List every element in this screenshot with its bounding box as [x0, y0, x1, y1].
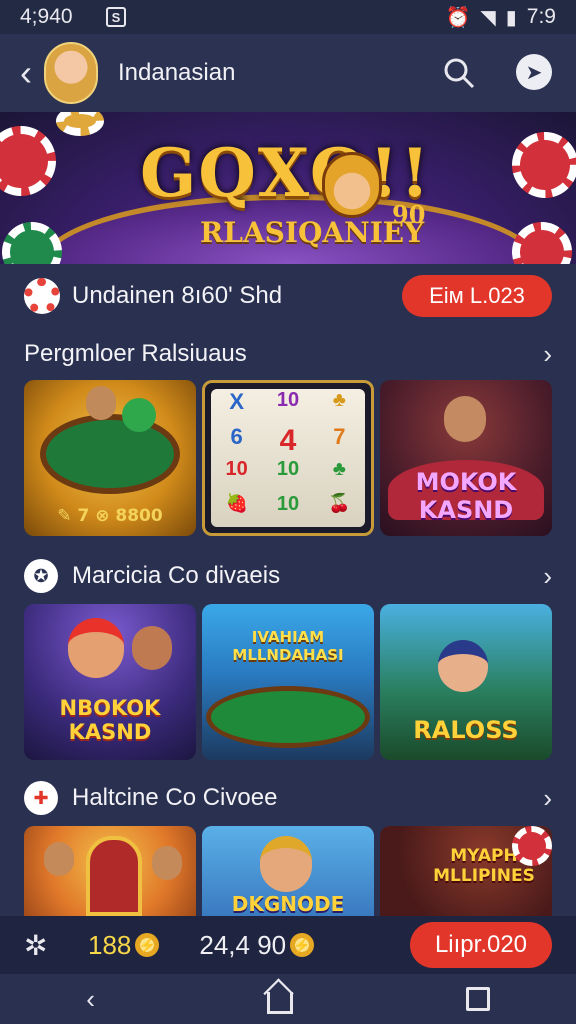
tile-caption: ✎ 7 ⊗ 8800	[57, 506, 163, 526]
slot-symbol: 10	[276, 389, 300, 411]
game-tile[interactable]: DKGNODE	[202, 826, 374, 916]
nav-back-icon[interactable]: ‹	[86, 984, 95, 1015]
gift-icon: ✚	[24, 781, 58, 815]
player-graphic	[86, 386, 116, 420]
status-time: 4;940	[20, 5, 73, 28]
player-graphic	[438, 640, 488, 692]
chip-graphic	[512, 826, 552, 866]
tile-caption: NBOKOK KASND	[59, 696, 161, 744]
game-tile[interactable]: MYAPH MLLIPINES	[380, 826, 552, 916]
banner-subtitle: RLASIQANIEY	[200, 216, 425, 249]
banner-small-text: 90	[392, 200, 426, 229]
status-clock: 7:9	[526, 5, 556, 28]
poker-table-graphic	[40, 414, 180, 494]
player-graphic	[122, 398, 156, 432]
coin-icon: ⚡	[290, 933, 315, 957]
settings-icon[interactable]: ✲	[24, 929, 64, 962]
player-graphic	[68, 618, 124, 678]
tile-caption: MOKOK KASND	[415, 468, 517, 524]
promo-row: Undainen 8ı60' Shd Eiм L.023	[24, 274, 552, 318]
slot-symbol: 🍓	[225, 492, 248, 513]
slot-symbol: ♣	[332, 389, 346, 411]
coin-icon: ⚡	[135, 933, 160, 957]
casino-table-graphic	[206, 686, 370, 748]
slot-symbol: 10	[276, 492, 300, 515]
system-nav-bar: ‹	[0, 974, 576, 1024]
chevron-right-icon[interactable]: ›	[543, 783, 552, 814]
chip-graphic	[512, 222, 572, 264]
status-icons: ⏰ ◥ ▮ 7:9	[445, 5, 556, 30]
app-bar: ‹ Indanasian ➤	[0, 34, 576, 112]
section-title: Marcicia Co divaeis	[72, 562, 281, 589]
slot-machine-graphic	[86, 836, 142, 916]
promo-text: Undainen 8ı60' Shd	[72, 282, 283, 309]
game-tile[interactable]: MOKOK KASND	[380, 380, 552, 536]
chip-graphic	[512, 132, 576, 198]
battery-icon: ▮	[505, 6, 517, 29]
avatar[interactable]	[44, 42, 98, 104]
tile-caption: IVAHIAM MLLNDAHASI	[232, 628, 344, 664]
player-graphic	[260, 836, 312, 892]
compass-icon[interactable]: ➤	[516, 54, 552, 90]
search-icon[interactable]	[442, 56, 476, 90]
slot-symbol: 🍒	[328, 492, 351, 513]
slot-symbol: 10	[276, 458, 300, 480]
balance-value: 24,4 90	[199, 929, 287, 960]
nav-home-icon[interactable]	[267, 992, 294, 1014]
status-bar: 4;940 S ⏰ ◥ ▮ 7:9	[0, 0, 576, 34]
alarm-icon: ⏰	[445, 6, 471, 29]
nav-recents-icon[interactable]	[465, 987, 490, 1011]
player-graphic	[132, 626, 172, 670]
host-graphic	[444, 396, 486, 442]
chip-graphic	[0, 126, 56, 196]
coin-value: 188	[88, 929, 132, 960]
section-title: Haltcine Co Civoee	[72, 784, 278, 811]
wifi-icon: ◥	[480, 6, 496, 29]
promo-button[interactable]: Eiм L.023	[402, 275, 552, 317]
coin-counter: 188 ⚡	[88, 929, 160, 961]
chip-graphic	[56, 112, 104, 136]
bottom-bar: ✲ 188 ⚡ 24,4 90 ⚡ Liıpr.020	[0, 916, 576, 974]
game-tile[interactable]: IVAHIAM MLLNDAHASI	[202, 604, 374, 760]
slot-symbol: X	[229, 389, 244, 414]
slot-symbol: 6	[230, 423, 243, 449]
chevron-right-icon[interactable]: ›	[543, 561, 552, 592]
section-header[interactable]: ✪ Marcicia Co divaeis ›	[24, 556, 552, 596]
game-tile[interactable]: ✎ 7 ⊗ 8800	[24, 380, 196, 536]
chip-graphic	[2, 222, 62, 264]
game-tile[interactable]: RALOSS	[380, 604, 552, 760]
game-tile[interactable]: X 10 ♣ 6 4 7 10 10 ♣ 🍓 10 🍒	[202, 380, 374, 536]
section-header[interactable]: ✚ Haltcine Co Civoee ›	[24, 778, 552, 818]
game-tile[interactable]	[24, 826, 196, 916]
star-icon: ✪	[24, 559, 58, 593]
cashier-button[interactable]: Liıpr.020	[410, 922, 552, 968]
section-header[interactable]: Pergmloer Ralsiuaus ›	[24, 334, 552, 374]
player-graphic	[44, 842, 74, 876]
slot-symbol: ♣	[332, 458, 346, 480]
slot-symbol: 7	[333, 423, 346, 449]
slot-symbol: 4	[279, 423, 297, 457]
chevron-right-icon[interactable]: ›	[543, 339, 552, 370]
banner-mascot	[322, 152, 382, 218]
player-graphic	[152, 846, 182, 880]
slot-reels: X 10 ♣ 6 4 7 10 10 ♣ 🍓 10 🍒	[211, 389, 365, 527]
app-title: Indanasian	[118, 59, 236, 86]
section-title: Pergmloer Ralsiuaus	[24, 340, 247, 367]
lifebuoy-icon	[24, 278, 60, 314]
back-icon[interactable]: ‹	[8, 52, 44, 94]
slot-symbol: 10	[225, 458, 248, 480]
tile-caption: RALOSS	[413, 716, 519, 744]
hero-banner[interactable]: GQXO!! RLASIQANIEY 90	[0, 112, 576, 264]
notification-icon: S	[106, 7, 126, 27]
banner-logo: GQXO!!	[140, 134, 432, 212]
tile-caption: DKGNODE	[231, 892, 345, 916]
game-tile[interactable]: NBOKOK KASND	[24, 604, 196, 760]
balance-counter: 24,4 90 ⚡	[199, 929, 315, 961]
